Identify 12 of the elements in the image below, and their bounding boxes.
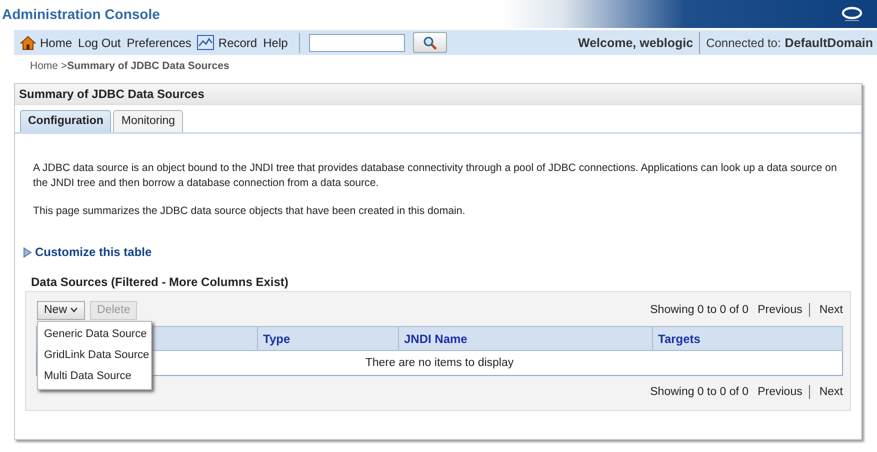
pagination-status: Showing 0 to 0 of 0 [650, 386, 749, 398]
description-text: This page summarizes the JDBC data source objects that have been created in this domain. [33, 204, 466, 219]
empty-message: There are no items to display [365, 357, 514, 369]
app-title: Administration Console [2, 6, 160, 22]
domain-name: DefaultDomain [784, 36, 873, 50]
table-title: Data Sources (Filtered - More Columns Exist) [31, 275, 290, 289]
pagination-status: Showing 0 to 0 of 0 [650, 304, 749, 316]
connected-label: Connected to: [706, 36, 781, 50]
description-text: A JDBC data source is an object bound to the JNDI tree that provides database connectivity through a pool of JDBC connections. Applications can look up a data source on the JNDI tree and then borrow a database connection from a data source. [33, 161, 838, 191]
panel-title: Summary of JDBC Data Sources [15, 84, 861, 105]
welcome-text: Welcome, weblogic [578, 36, 694, 50]
breadcrumb-current: Summary of JDBC Data Sources [67, 60, 230, 72]
